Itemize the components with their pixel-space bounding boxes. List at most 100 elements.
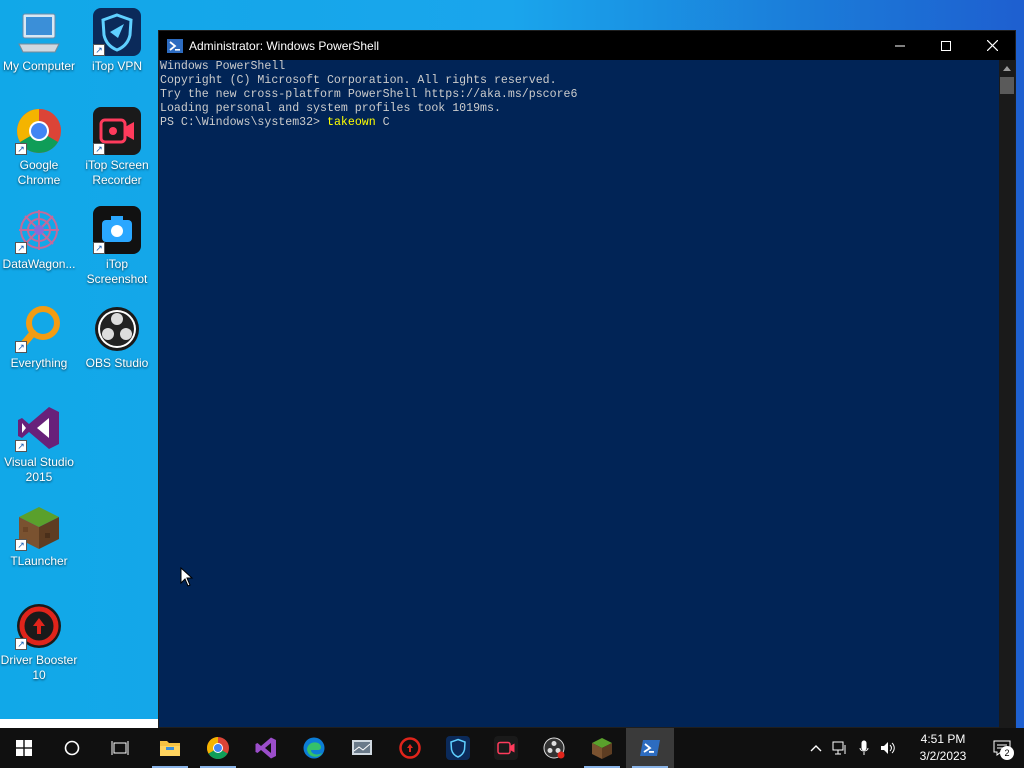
scroll-thumb[interactable] bbox=[1000, 77, 1014, 94]
desktop-icon-driver-booster[interactable]: ↗ Driver Booster 10 bbox=[0, 602, 78, 683]
taskbar-datawagon[interactable] bbox=[338, 728, 386, 768]
start-icon bbox=[16, 740, 32, 756]
maximize-icon bbox=[941, 40, 951, 51]
taskbar-powershell[interactable] bbox=[626, 728, 674, 768]
datawagon-icon: ↗ bbox=[15, 206, 63, 254]
desktop-icon-label: Everything bbox=[10, 356, 68, 370]
clock-time: 4:51 PM bbox=[920, 732, 966, 746]
taskbar-edge[interactable] bbox=[290, 728, 338, 768]
shortcut-arrow-icon: ↗ bbox=[93, 44, 105, 56]
itop-screenshot-icon: ↗ bbox=[93, 206, 141, 254]
itop-recorder-icon: ↗ bbox=[93, 107, 141, 155]
desktop-icon-visual-studio[interactable]: ↗ Visual Studio 2015 bbox=[0, 404, 78, 485]
minimize-icon bbox=[895, 45, 905, 46]
taskbar-chrome[interactable] bbox=[194, 728, 242, 768]
desktop-icon-itop-screenshot[interactable]: ↗ iTop Screenshot bbox=[78, 206, 156, 287]
desktop-icon-label: Driver Booster 10 bbox=[0, 653, 78, 682]
file-explorer-icon bbox=[160, 741, 180, 756]
task-view-button[interactable] bbox=[96, 728, 144, 768]
minimize-button[interactable] bbox=[877, 31, 923, 60]
taskbar-driver-booster[interactable] bbox=[386, 728, 434, 768]
desktop-icon-label: Visual Studio 2015 bbox=[4, 455, 74, 484]
console-line: Try the new cross-platform PowerShell ht… bbox=[160, 88, 578, 102]
visual-studio-icon: ↗ bbox=[15, 404, 63, 452]
taskbar-obs[interactable] bbox=[530, 728, 578, 768]
shortcut-arrow-icon: ↗ bbox=[15, 143, 27, 155]
prompt-text: PS C:\Windows\system32> bbox=[160, 116, 327, 130]
shortcut-arrow-icon: ↗ bbox=[15, 440, 27, 452]
desktop-icon-label: TLauncher bbox=[10, 554, 68, 568]
computer-icon bbox=[15, 8, 63, 56]
console-line: Copyright (C) Microsoft Corporation. All… bbox=[160, 74, 557, 88]
taskbar-visual-studio[interactable] bbox=[242, 728, 290, 768]
microphone-icon bbox=[859, 740, 869, 755]
desktop-icon-label: iTop VPN bbox=[91, 59, 143, 73]
chevron-up-icon bbox=[810, 745, 822, 752]
chrome-icon: ↗ bbox=[15, 107, 63, 155]
desktop-icon-itop-vpn[interactable]: ↗ iTop VPN bbox=[78, 8, 156, 74]
taskbar: 4:51 PM 3/2/2023 2 bbox=[0, 728, 1024, 768]
taskbar-itop-recorder[interactable] bbox=[482, 728, 530, 768]
taskbar-file-explorer[interactable] bbox=[146, 728, 194, 768]
desktop-icon-datawagon[interactable]: ↗ DataWagon... bbox=[0, 206, 78, 272]
shortcut-arrow-icon: ↗ bbox=[15, 539, 27, 551]
search-icon bbox=[64, 740, 80, 756]
desktop-icon-label: OBS Studio bbox=[85, 356, 149, 370]
maximize-button[interactable] bbox=[923, 31, 969, 60]
console-output[interactable]: Windows PowerShell Copyright (C) Microsof… bbox=[159, 60, 999, 728]
notification-count-badge: 2 bbox=[1000, 746, 1014, 760]
volume-button[interactable] bbox=[876, 728, 900, 768]
command-args: C bbox=[375, 116, 390, 130]
scroll-up-button[interactable] bbox=[999, 60, 1015, 77]
action-center-button[interactable]: 2 bbox=[980, 728, 1024, 768]
prompt-line[interactable]: PS C:\Windows\system32> takeown C bbox=[160, 116, 999, 130]
vertical-scrollbar[interactable] bbox=[999, 60, 1015, 728]
volume-icon bbox=[881, 742, 895, 754]
clock-date: 3/2/2023 bbox=[919, 749, 967, 763]
system-tray: 4:51 PM 3/2/2023 2 bbox=[804, 728, 1024, 768]
itop-recorder-icon bbox=[494, 736, 518, 760]
window-titlebar[interactable]: Administrator: Windows PowerShell bbox=[159, 31, 1015, 60]
obs-icon bbox=[543, 737, 565, 759]
shortcut-arrow-icon: ↗ bbox=[15, 341, 27, 353]
powershell-window[interactable]: Administrator: Windows PowerShell Window… bbox=[158, 30, 1016, 728]
taskbar-itop-vpn[interactable] bbox=[434, 728, 482, 768]
desktop-icon-itop-screen-recorder[interactable]: ↗ iTop Screen Recorder bbox=[78, 107, 156, 188]
desktop-icon-my-computer[interactable]: My Computer bbox=[0, 8, 78, 74]
desktop-white-strip bbox=[0, 719, 158, 728]
driver-booster-icon bbox=[399, 737, 421, 759]
shortcut-arrow-icon: ↗ bbox=[93, 242, 105, 254]
start-button[interactable] bbox=[0, 728, 48, 768]
microphone-button[interactable] bbox=[852, 728, 876, 768]
desktop-icon-label: Google Chrome bbox=[17, 158, 61, 187]
desktop-icon-chrome[interactable]: ↗ Google Chrome bbox=[0, 107, 78, 188]
console-line: Loading personal and system profiles too… bbox=[160, 102, 501, 116]
itop-vpn-icon: ↗ bbox=[93, 8, 141, 56]
shortcut-arrow-icon: ↗ bbox=[15, 638, 27, 650]
datawagon-icon bbox=[352, 740, 372, 755]
desktop-icon-label: iTop Screenshot bbox=[86, 257, 148, 286]
console-area[interactable]: Windows PowerShell Copyright (C) Microsof… bbox=[159, 60, 1015, 728]
visual-studio-icon bbox=[255, 737, 276, 759]
driver-booster-icon: ↗ bbox=[15, 602, 63, 650]
obs-icon bbox=[93, 305, 141, 353]
desktop-icon-everything[interactable]: ↗ Everything bbox=[0, 305, 78, 371]
chrome-icon bbox=[207, 737, 229, 759]
desktop-icon-obs-studio[interactable]: OBS Studio bbox=[78, 305, 156, 371]
desktop-icon-label: My Computer bbox=[2, 59, 76, 73]
powershell-icon bbox=[167, 38, 183, 53]
shortcut-arrow-icon: ↗ bbox=[93, 143, 105, 155]
desktop-icon-tlauncher[interactable]: ↗ TLauncher bbox=[0, 503, 78, 569]
desktop-icon-label: iTop Screen Recorder bbox=[85, 158, 149, 187]
edge-icon bbox=[303, 737, 325, 759]
close-icon bbox=[986, 40, 998, 51]
show-hidden-icons-button[interactable] bbox=[804, 728, 828, 768]
clock[interactable]: 4:51 PM 3/2/2023 bbox=[906, 731, 980, 765]
mouse-cursor-icon bbox=[180, 567, 194, 587]
network-icon bbox=[832, 741, 846, 755]
network-button[interactable] bbox=[828, 728, 852, 768]
close-button[interactable] bbox=[969, 31, 1015, 60]
search-button[interactable] bbox=[48, 728, 96, 768]
taskbar-tlauncher[interactable] bbox=[578, 728, 626, 768]
everything-icon: ↗ bbox=[15, 305, 63, 353]
